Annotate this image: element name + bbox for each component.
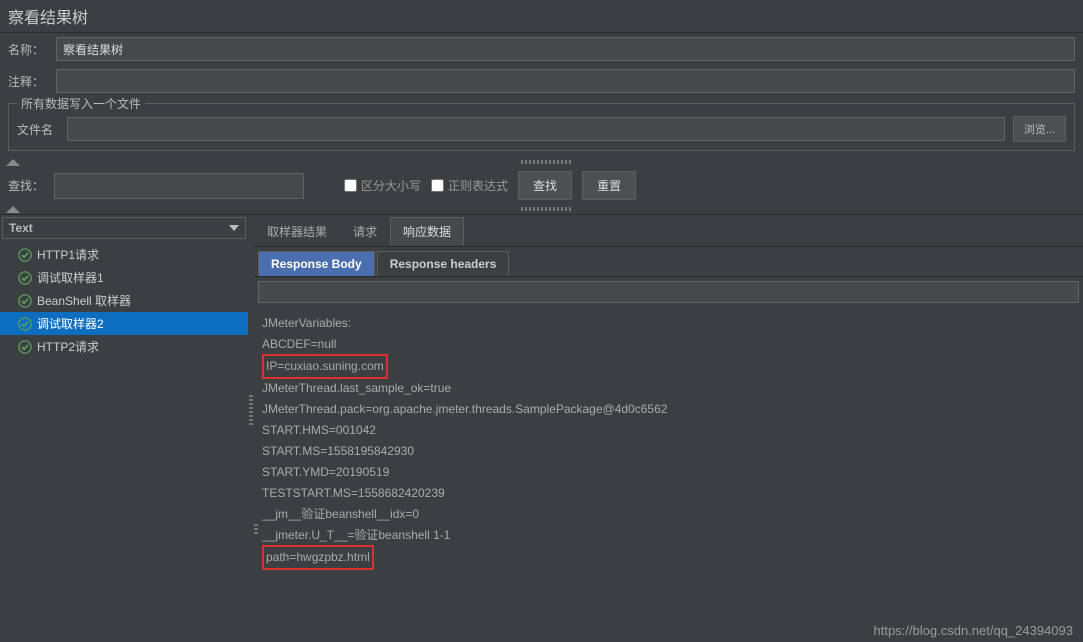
name-label: 名称： [8, 41, 48, 58]
response-line: __jm__验证beanshell__idx=0 [262, 504, 1075, 525]
tab[interactable]: 取样器结果 [254, 217, 340, 246]
success-icon [18, 317, 32, 331]
comment-input[interactable] [56, 69, 1075, 93]
response-line: path=hwgzpbz.html [262, 546, 1075, 569]
comment-label: 注释： [8, 73, 48, 90]
result-tree[interactable]: HTTP1请求调试取样器1 BeanShell 取样器调试取样器2 HTTP2请求 [0, 241, 248, 604]
search-label: 查找： [8, 177, 44, 194]
search-input[interactable] [54, 173, 304, 199]
tree-item-label: HTTP2请求 [37, 338, 99, 355]
filename-input[interactable] [67, 117, 1005, 141]
success-icon [18, 248, 32, 262]
name-row: 名称： [0, 33, 1083, 65]
horizontal-splitter-top[interactable] [0, 157, 1083, 167]
sub-tabs: Response BodyResponse headers [254, 247, 1083, 277]
reset-button[interactable]: 重置 [582, 171, 636, 200]
left-panel: Text HTTP1请求调试取样器1BeanShell 取样器调试取样器2HTT… [0, 215, 248, 604]
response-line: START.MS=1558195842930 [262, 441, 1075, 462]
response-line: JMeterVariables: [262, 313, 1075, 334]
tree-item[interactable]: 调试取样器2 [0, 312, 248, 335]
file-output-fieldset: 所有数据写入一个文件 文件名 浏览... [8, 103, 1075, 151]
chevron-down-icon [229, 225, 239, 231]
success-icon [18, 340, 32, 354]
highlighted-line: IP=cuxiao.suning.com [262, 354, 388, 379]
response-line: ABCDEF=null [262, 334, 1075, 355]
response-line: __jmeter.U_T__=验证beanshell 1-1 [262, 525, 1075, 546]
renderer-dropdown[interactable]: Text [2, 217, 246, 239]
tree-item[interactable]: BeanShell 取样器 [0, 289, 248, 312]
browse-button[interactable]: 浏览... [1013, 116, 1066, 142]
response-search-input[interactable] [258, 281, 1079, 303]
comment-row: 注释： [0, 65, 1083, 97]
tree-item[interactable]: 调试取样器1 [0, 266, 248, 289]
success-icon [18, 271, 32, 285]
renderer-dropdown-label: Text [9, 221, 33, 235]
response-search-row [254, 277, 1083, 307]
fieldset-legend: 所有数据写入一个文件 [17, 95, 145, 112]
name-input[interactable] [56, 37, 1075, 61]
success-icon [18, 294, 32, 308]
tree-item[interactable]: HTTP2请求 [0, 335, 248, 358]
response-line: JMeterThread.last_sample_ok=true [262, 378, 1075, 399]
watermark: https://blog.csdn.net/qq_24394093 [874, 623, 1074, 638]
response-line: TESTSTART.MS=1558682420239 [262, 483, 1075, 504]
response-line: IP=cuxiao.suning.com [262, 355, 1075, 378]
regex-checkbox[interactable]: 正则表达式 [431, 177, 508, 194]
main-split: Text HTTP1请求调试取样器1BeanShell 取样器调试取样器2HTT… [0, 214, 1083, 604]
response-body[interactable]: JMeterVariables:ABCDEF=nullIP=cuxiao.sun… [254, 307, 1083, 604]
highlighted-line: path=hwgzpbz.html [262, 545, 374, 570]
sub-tab[interactable]: Response headers [377, 251, 510, 276]
find-button[interactable]: 查找 [518, 171, 572, 200]
panel-title: 察看结果树 [0, 0, 1083, 33]
case-sensitive-checkbox[interactable]: 区分大小写 [344, 177, 421, 194]
horizontal-splitter-mid[interactable] [0, 204, 1083, 214]
tree-item[interactable]: HTTP1请求 [0, 243, 248, 266]
right-panel: 取样器结果请求响应数据 Response BodyResponse header… [254, 215, 1083, 604]
tab[interactable]: 请求 [340, 217, 390, 246]
response-line: START.HMS=001042 [262, 420, 1075, 441]
response-line: START.YMD=20190519 [262, 462, 1075, 483]
main-tabs: 取样器结果请求响应数据 [254, 215, 1083, 247]
tree-item-label: HTTP1请求 [37, 246, 99, 263]
sub-tab[interactable]: Response Body [258, 251, 375, 276]
filename-label: 文件名 [17, 121, 59, 138]
tree-item-label: 调试取样器2 [37, 315, 104, 332]
response-line: JMeterThread.pack=org.apache.jmeter.thre… [262, 399, 1075, 420]
tree-item-label: 调试取样器1 [37, 269, 104, 286]
tree-item-label: BeanShell 取样器 [37, 292, 131, 309]
search-row: 查找： 区分大小写 正则表达式 查找 重置 [0, 167, 1083, 204]
tab[interactable]: 响应数据 [390, 217, 464, 246]
